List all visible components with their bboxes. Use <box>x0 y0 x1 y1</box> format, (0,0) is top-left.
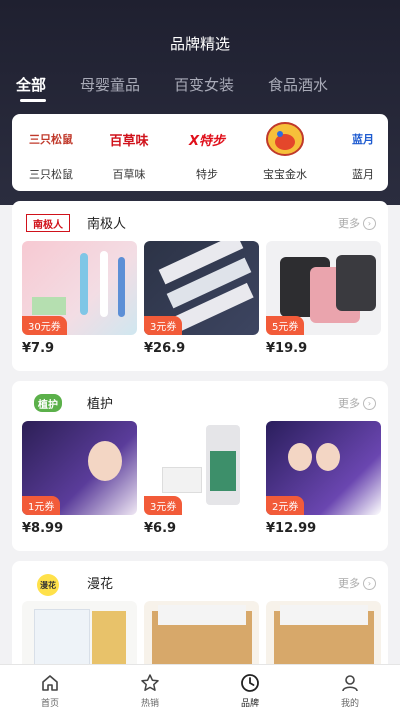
section-brand-logo: 植护 <box>34 394 62 412</box>
nav-label: 品牌 <box>240 699 259 709</box>
nav-mine[interactable]: 我的 <box>300 665 400 711</box>
section-header[interactable]: 南极人 南极人 更多 › <box>12 201 388 241</box>
more-label: 更多 <box>338 577 360 590</box>
page-title: 品牌精选 <box>169 35 230 53</box>
more-link[interactable]: 更多 › <box>338 215 376 231</box>
product-card[interactable]: 2元券 ¥12.99 <box>266 421 381 536</box>
product-card[interactable] <box>144 601 259 671</box>
brand-logo: 蓝月 <box>352 133 374 146</box>
product-image: 3元券 <box>144 421 259 515</box>
brand-name: 百草味 <box>112 168 146 181</box>
product-image <box>144 601 259 671</box>
brand-item[interactable]: 三只松鼠 三只松鼠 <box>12 122 90 191</box>
category-tabs: 全部 母婴童品 百变女装 食品酒水 <box>16 74 362 102</box>
section-header[interactable]: 漫花 漫花 更多 › <box>12 561 388 601</box>
tab-baby[interactable]: 母婴童品 <box>80 74 140 102</box>
coupon-badge: 1元券 <box>22 496 61 515</box>
user-icon <box>339 672 361 694</box>
brand-logo: X特步 <box>188 133 226 149</box>
brand-name: 三只松鼠 <box>29 168 73 181</box>
nav-hot[interactable]: 热销 <box>100 665 200 711</box>
more-link[interactable]: 更多 › <box>338 575 376 591</box>
product-image: 2元券 <box>266 421 381 515</box>
coupon-badge: 2元券 <box>266 496 305 515</box>
coupon-badge: 30元券 <box>22 316 67 335</box>
product-image: 5元券 <box>266 241 381 335</box>
product-list <box>12 601 388 671</box>
product-list: 1元券 ¥8.99 3元券 ¥6.9 2元券 ¥12.99 <box>12 421 388 536</box>
brand-logo <box>265 122 305 156</box>
nav-label: 首页 <box>40 699 59 709</box>
coupon-badge: 3元券 <box>144 316 183 335</box>
product-card[interactable] <box>266 601 381 671</box>
chevron-right-icon: › <box>363 216 376 230</box>
brand-name: 宝宝金水 <box>263 168 307 181</box>
bottom-nav: 首页 热销 品牌 我的 <box>0 664 400 711</box>
product-price: ¥12.99 <box>266 521 317 536</box>
nav-label: 热销 <box>140 699 159 709</box>
nav-home[interactable]: 首页 <box>0 665 100 711</box>
brand-item[interactable]: X特步 特步 <box>168 122 246 191</box>
star-icon <box>139 672 161 694</box>
brand-item[interactable]: 宝宝金水 <box>246 122 324 191</box>
clock-icon <box>239 672 261 694</box>
section-brand-name: 植护 <box>87 397 114 412</box>
brand-logo: 百草味 <box>109 133 149 149</box>
nav-brand[interactable]: 品牌 <box>200 665 300 711</box>
tab-food[interactable]: 食品酒水 <box>268 74 328 102</box>
brand-logo: 三只松鼠 <box>29 133 73 146</box>
tab-women[interactable]: 百变女装 <box>174 74 234 102</box>
brand-name: 特步 <box>196 168 218 181</box>
product-image: 30元券 <box>22 241 137 335</box>
brand-item[interactable]: 百草味 百草味 <box>90 122 168 191</box>
product-price: ¥26.9 <box>144 341 186 356</box>
more-label: 更多 <box>338 217 360 230</box>
product-card[interactable]: 5元券 ¥19.9 <box>266 241 381 356</box>
brand-item[interactable]: 蓝月 蓝月 <box>324 122 388 191</box>
brand-section: 植护 植护 更多 › 1元券 ¥8.99 3元券 ¥6.9 2元券 ¥12.99 <box>12 381 388 551</box>
coupon-badge: 3元券 <box>144 496 183 515</box>
product-list: 30元券 ¥7.9 3元券 ¥26.9 5元券 ¥19.9 <box>12 241 388 356</box>
chevron-right-icon: › <box>363 396 376 410</box>
brand-section: 南极人 南极人 更多 › 30元券 ¥7.9 3元券 ¥26.9 5元券 ¥19… <box>12 201 388 371</box>
nav-label: 我的 <box>340 699 359 709</box>
product-card[interactable]: 30元券 ¥7.9 <box>22 241 137 356</box>
product-card[interactable]: 1元券 ¥8.99 <box>22 421 137 536</box>
product-price: ¥7.9 <box>22 341 55 356</box>
product-card[interactable]: 3元券 ¥26.9 <box>144 241 259 356</box>
chevron-right-icon: › <box>363 576 376 590</box>
section-header[interactable]: 植护 植护 更多 › <box>12 381 388 421</box>
more-label: 更多 <box>338 397 360 410</box>
more-link[interactable]: 更多 › <box>338 395 376 411</box>
section-brand-logo: 漫花 <box>37 574 59 596</box>
section-brand-name: 南极人 <box>87 217 127 232</box>
section-brand-name: 漫花 <box>87 577 114 592</box>
product-image: 3元券 <box>144 241 259 335</box>
product-image <box>22 601 137 671</box>
section-brand-logo: 南极人 <box>26 214 70 232</box>
product-price: ¥19.9 <box>266 341 308 356</box>
brand-section: 漫花 漫花 更多 › <box>12 561 388 671</box>
home-icon <box>39 672 61 694</box>
brand-strip: 三只松鼠 三只松鼠 百草味 百草味 X特步 特步 宝宝金水 蓝月 蓝月 <box>12 114 388 191</box>
coupon-badge: 5元券 <box>266 316 305 335</box>
product-image <box>266 601 381 671</box>
product-image: 1元券 <box>22 421 137 515</box>
product-card[interactable]: 3元券 ¥6.9 <box>144 421 259 536</box>
product-price: ¥6.9 <box>144 521 177 536</box>
brand-name: 蓝月 <box>352 168 374 181</box>
product-card[interactable] <box>22 601 137 671</box>
product-price: ¥8.99 <box>22 521 64 536</box>
baby-golden-water-logo-icon <box>266 122 304 156</box>
tab-all[interactable]: 全部 <box>16 74 47 102</box>
